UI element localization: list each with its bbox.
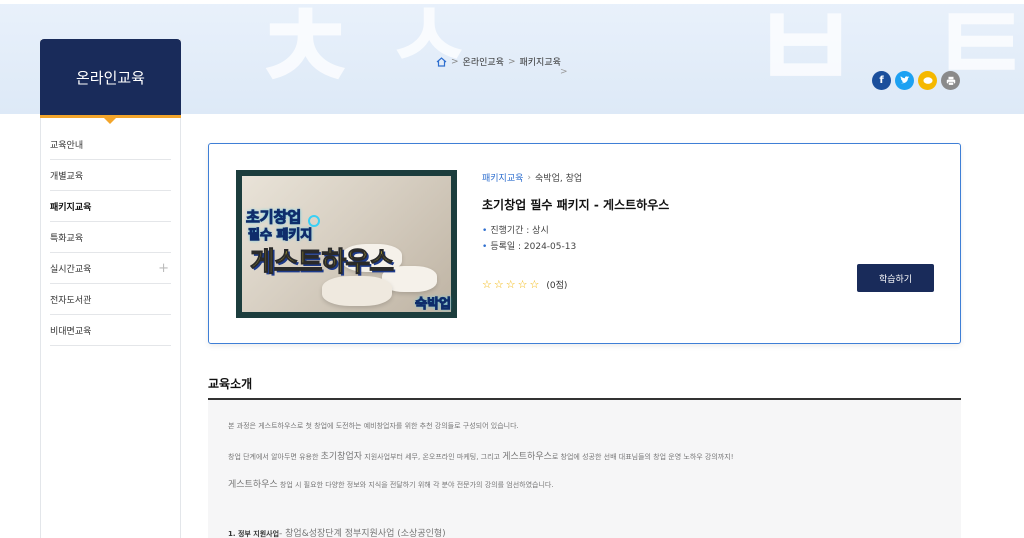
intro-paragraph: 창업 단계에서 알아두면 유용한 초기창업자 지원사업부터 세무, 온오프라인 …: [228, 449, 734, 462]
sidebar-title-text: 온라인교육: [75, 68, 145, 87]
facebook-icon[interactable]: f: [872, 71, 891, 90]
breadcrumb-separator: >: [507, 56, 516, 67]
banner-decoration: ㅊ: [250, 0, 361, 114]
bullet-icon: •: [482, 226, 488, 236]
intro-emphasis: 게스트하우스: [228, 480, 278, 490]
star-icon: ☆: [482, 278, 492, 291]
breadcrumb: > 온라인교육 > 패키지교육: [436, 55, 561, 68]
thumbnail-badge: 숙박업: [415, 297, 452, 313]
intro-paragraph: 본 과정은 게스트하우스로 첫 창업에 도전하는 예비창업자를 위한 추천 강의…: [228, 422, 519, 430]
breadcrumb-separator: >: [451, 56, 459, 67]
thumbnail-headline: 게스트하우스: [249, 247, 394, 279]
sidebar-title-arrow: [104, 118, 116, 124]
sidebar-item-label: 비대면교육: [50, 326, 92, 337]
intro-bold: 1. 정부 지원사업: [228, 530, 280, 538]
intro-heading: 교육소개: [208, 377, 253, 391]
banner-decoration: ㅂ: [750, 0, 861, 114]
star-icon: ☆: [529, 278, 540, 291]
sidebar-item-label: 패키지교육: [50, 202, 92, 213]
sidebar-item-remote[interactable]: 비대면교육: [50, 315, 171, 346]
course-meta: • 진행기간 : 상시 • 등록일 : 2024-05-13: [482, 223, 669, 255]
period-text: 진행기간 : 상시: [490, 226, 549, 236]
kakao-icon[interactable]: [918, 71, 937, 90]
rating-count: (0점): [546, 281, 568, 291]
period-row: • 진행기간 : 상시: [482, 223, 669, 239]
breadcrumb-separator: >: [560, 67, 568, 77]
learn-button[interactable]: 학습하기: [857, 264, 934, 292]
intro-text: 지원사업부터 세무, 온오프라인 마케팅, 그리고: [362, 453, 503, 461]
course-card: 초기창업 필수 패키지 게스트하우스 숙박업 패키지교육 › 숙박업, 창업 초…: [208, 143, 961, 344]
print-icon[interactable]: [941, 71, 960, 90]
intro-paragraph: 게스트하우스 창업 시 필요한 다양한 정보와 지식을 전달하기 위해 각 분야…: [228, 477, 554, 490]
intro-text: 창업 시 필요한 다양한 정보와 지식을 전달하기 위해 각 분야 전문가의 강…: [277, 481, 554, 489]
category-link[interactable]: 패키지교육: [482, 171, 523, 184]
sidebar-item-label: 전자도서관: [50, 295, 92, 306]
course-thumbnail[interactable]: 초기창업 필수 패키지 게스트하우스 숙박업: [236, 170, 457, 318]
sidebar-menu: 교육안내 개별교육 패키지교육 특화교육 실시간교육 + 전자도서관 비대면교육: [50, 129, 171, 346]
intro-emphasis: 게스트하우스: [502, 452, 552, 462]
sidebar-title: 온라인교육: [40, 39, 181, 124]
course-info: 패키지교육 › 숙박업, 창업 초기창업 필수 패키지 - 게스트하우스 • 진행…: [482, 171, 669, 255]
star-icon: ☆: [517, 278, 528, 291]
date-row: • 등록일 : 2024-05-13: [482, 239, 669, 255]
home-icon[interactable]: [436, 56, 447, 67]
share-buttons: f: [872, 71, 960, 90]
sidebar-item-guide[interactable]: 교육안내: [50, 129, 171, 160]
bullet-icon: •: [482, 242, 488, 252]
intro-content: 본 과정은 게스트하우스로 첫 창업에 도전하는 예비창업자를 위한 추천 강의…: [208, 400, 961, 538]
breadcrumb-item-package[interactable]: 패키지교육: [520, 55, 561, 68]
banner-decoration: ㅅ: [385, 0, 473, 92]
sidebar: 온라인교육 교육안내 개별교육 패키지교육 특화교육 실시간교육 + 전자도서관…: [40, 39, 181, 538]
twitter-icon[interactable]: [895, 71, 914, 90]
course-rating: ☆ ☆ ☆ ☆ ☆ (0점): [482, 278, 567, 291]
expand-icon[interactable]: +: [158, 261, 169, 276]
chevron-right-icon: ›: [527, 172, 532, 183]
sidebar-item-package[interactable]: 패키지교육: [50, 191, 171, 222]
course-category: 패키지교육 › 숙박업, 창업: [482, 171, 669, 185]
sidebar-item-live[interactable]: 실시간교육 +: [50, 253, 171, 284]
intro-emphasis: 초기창업자: [320, 452, 363, 462]
star-icon: ☆: [493, 278, 504, 291]
intro-text: - 창업&성장단계 정부지원사업 (소상공인형): [279, 529, 446, 538]
pillow-shape: [322, 276, 392, 306]
intro-paragraph: 1. 정부 지원사업- 창업&성장단계 정부지원사업 (소상공인형): [228, 526, 446, 538]
star-icon: ☆: [505, 278, 516, 291]
sidebar-item-special[interactable]: 특화교육: [50, 222, 171, 253]
course-title: 초기창업 필수 패키지 - 게스트하우스: [482, 198, 670, 212]
sidebar-item-label: 특화교육: [50, 233, 84, 244]
intro-text: 창업 단계에서 알아두면 유용한: [228, 453, 321, 461]
sidebar-item-individual[interactable]: 개별교육: [50, 160, 171, 191]
top-strip: [0, 0, 1024, 4]
subcategory-text: 숙박업, 창업: [535, 174, 583, 184]
sidebar-item-label: 교육안내: [50, 140, 84, 151]
date-text: 등록일 : 2024-05-13: [490, 242, 577, 252]
sidebar-item-label: 실시간교육: [50, 264, 92, 275]
sidebar-item-label: 개별교육: [50, 171, 84, 182]
intro-text: 로 창업에 성공한 선배 대표님들의 창업 운영 노하우 강의까지!: [551, 453, 734, 461]
breadcrumb-item-online[interactable]: 온라인교육: [463, 55, 504, 68]
sidebar-item-library[interactable]: 전자도서관: [50, 284, 171, 315]
